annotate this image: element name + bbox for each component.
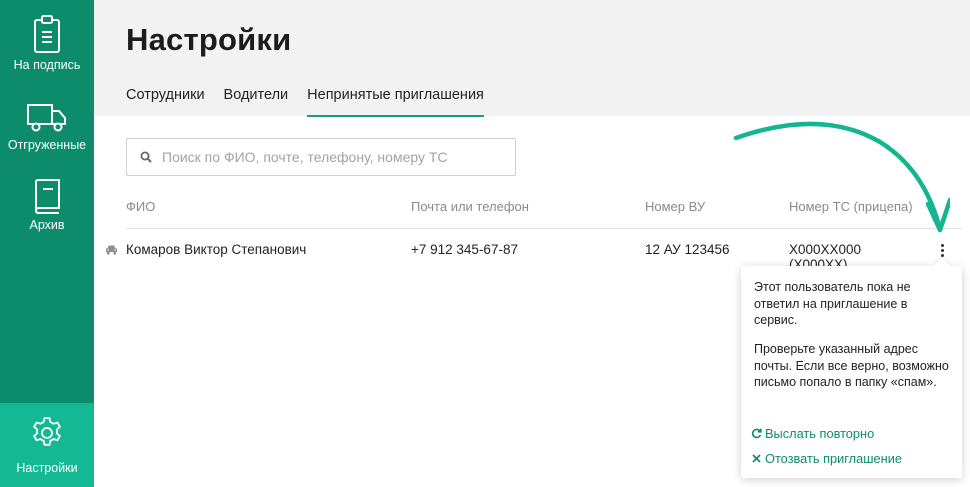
cell-license: 12 АУ 123456 <box>645 242 730 257</box>
tabs: Сотрудники Водители Непринятые приглашен… <box>126 87 503 117</box>
column-header-contact: Почта или телефон <box>411 199 529 214</box>
search-icon <box>140 151 152 163</box>
search-input[interactable] <box>162 149 502 165</box>
sidebar-item-label: На подпись <box>13 58 81 72</box>
kebab-icon-dot <box>940 248 944 252</box>
sidebar-item-settings[interactable]: Настройки <box>0 403 94 487</box>
popover-message: Этот пользователь пока не ответил на при… <box>754 280 911 327</box>
column-header-name: ФИО <box>126 199 156 214</box>
resend-label: Выслать повторно <box>765 426 875 441</box>
annotation-arrow-icon <box>733 121 950 233</box>
tab-employees[interactable]: Сотрудники <box>126 87 205 117</box>
sidebar-item-label: Архив <box>29 218 65 232</box>
cell-vehicle-line1: Х000ХХ000 <box>789 242 862 257</box>
cell-name: Комаров Виктор Степанович <box>126 242 307 257</box>
tab-pending-invitations[interactable]: Непринятые приглашения <box>307 87 484 117</box>
invitation-popover: Этот пользователь пока не ответил на при… <box>741 266 962 478</box>
gear-icon <box>33 417 61 446</box>
close-icon <box>751 454 761 463</box>
page-header: Настройки Сотрудники Водители Непринятые… <box>94 0 970 117</box>
kebab-icon-dot <box>940 253 944 257</box>
popover-hint: Проверьте указанный адрес почты. Если вс… <box>754 342 949 389</box>
cell-contact: +7 912 345-67-87 <box>411 242 518 257</box>
refresh-icon <box>751 428 762 439</box>
sidebar-item-label: Отгруженные <box>7 138 87 152</box>
truck-icon <box>27 104 66 132</box>
revoke-invitation-button[interactable]: Отозвать приглашение <box>750 451 902 466</box>
page-title: Настройки <box>126 22 292 57</box>
column-header-license: Номер ВУ <box>645 199 706 214</box>
revoke-label: Отозвать приглашение <box>765 451 902 466</box>
sidebar-item-label: Настройки <box>16 461 78 475</box>
tab-drivers[interactable]: Водители <box>224 87 289 117</box>
more-actions-button[interactable] <box>935 241 949 259</box>
sidebar-item-shipped[interactable]: Отгруженные <box>0 102 94 152</box>
cell-vehicle: Х000ХХ000 (Х000ХХ) <box>789 242 861 269</box>
sidebar-item-archive[interactable]: Архив <box>0 178 94 232</box>
sidebar: На подпись Отгруженные Архив Настройки <box>0 0 94 487</box>
search-box <box>126 138 516 176</box>
car-icon <box>106 245 117 255</box>
kebab-icon-dot <box>940 243 944 247</box>
book-icon <box>35 179 60 214</box>
resend-invitation-button[interactable]: Выслать повторно <box>750 426 874 441</box>
clipboard-icon <box>34 15 60 53</box>
sidebar-item-sign[interactable]: На подпись <box>0 14 94 72</box>
